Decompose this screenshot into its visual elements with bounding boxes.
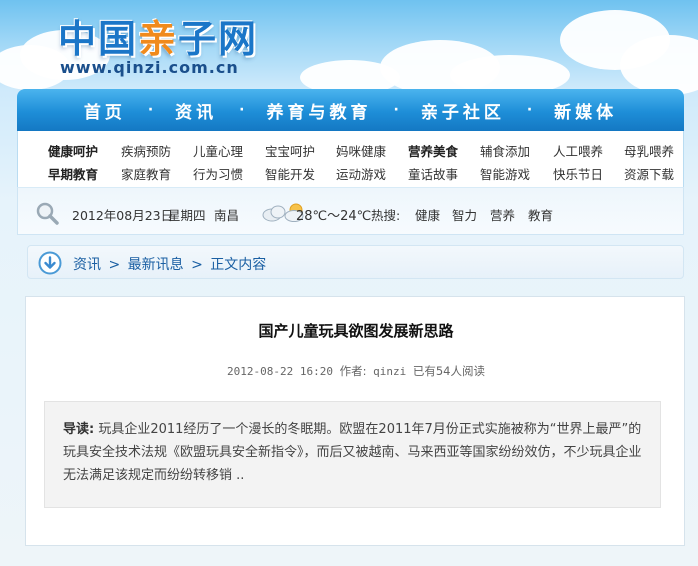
hot-tag[interactable]: 健康	[415, 205, 440, 224]
nav-separator: ·	[526, 102, 533, 118]
search-icon[interactable]	[34, 200, 60, 226]
category-head-early-education[interactable]: 早期教育	[48, 164, 98, 183]
breadcrumb-item-news[interactable]: 资讯	[73, 257, 101, 273]
category-head-health[interactable]: 健康呵护	[48, 141, 98, 160]
nav-item-home[interactable]: 首页	[84, 98, 126, 123]
site-logo[interactable]: 中国亲子网	[58, 8, 258, 63]
article-panel: 国产儿童玩具欲图发展新思路 2012-08-22 16:20 作者: qinzi…	[25, 296, 685, 546]
category-link[interactable]: 疾病预防	[121, 141, 171, 160]
category-link[interactable]: 辅食添加	[480, 141, 530, 160]
breadcrumb: 资讯 > 最新讯息 > 正文内容	[27, 245, 684, 279]
category-row-education: 早期教育 家庭教育 行为习惯 智能开发 运动游戏 童话故事 智能游戏 快乐节日 …	[18, 160, 685, 184]
article-views: 已有54人阅读	[412, 364, 485, 378]
category-link[interactable]: 快乐节日	[553, 164, 603, 183]
hot-search-label: 热搜:	[371, 208, 401, 223]
nav-separator: ·	[393, 102, 399, 118]
category-link[interactable]: 人工喂养	[553, 141, 603, 160]
breadcrumb-separator: >	[191, 257, 203, 273]
breadcrumb-separator: >	[108, 257, 121, 273]
category-link[interactable]: 智能游戏	[480, 164, 530, 183]
nav-item-news[interactable]: 资讯	[175, 98, 217, 123]
category-link[interactable]: 母乳喂养	[624, 141, 674, 160]
breadcrumb-item-latest[interactable]: 最新讯息	[128, 257, 184, 273]
hot-tag[interactable]: 教育	[528, 205, 553, 224]
info-bar: 2012年08月23日 星期四 南昌 28℃～24℃ 热搜: 健康 智力 营养 …	[17, 187, 684, 235]
breadcrumb-trail: 资讯 > 最新讯息 > 正文内容	[73, 254, 266, 274]
nav-separator: ·	[147, 102, 154, 118]
summary-text: 玩具企业2011经历了一个漫长的冬眠期。欧盟在2011年7月份正式实施被称为“世…	[63, 422, 642, 483]
logo-text-accent: 亲	[138, 17, 179, 61]
hot-tag[interactable]: 智力	[452, 205, 477, 224]
category-link[interactable]: 童话故事	[408, 164, 458, 183]
category-link[interactable]: 运动游戏	[336, 164, 386, 183]
hot-tag[interactable]: 营养	[490, 205, 515, 224]
nav-item-new-media[interactable]: 新媒体	[554, 98, 617, 123]
article-datetime: 2012-08-22 16:20	[227, 365, 333, 378]
category-row-health: 健康呵护 疾病预防 儿童心理 宝宝呵护 妈咪健康 营养美食 辅食添加 人工喂养 …	[18, 137, 685, 161]
category-link[interactable]: 妈咪健康	[336, 141, 386, 160]
current-date: 2012年08月23日	[72, 208, 174, 223]
category-link[interactable]: 资源下载	[624, 164, 674, 183]
logo-text-tail: 子网	[178, 17, 259, 61]
category-link[interactable]: 儿童心理	[193, 141, 243, 160]
category-panel: 健康呵护 疾病预防 儿童心理 宝宝呵护 妈咪健康 营养美食 辅食添加 人工喂养 …	[17, 131, 684, 187]
article-summary: 导读: 玩具企业2011经历了一个漫长的冬眠期。欧盟在2011年7月份正式实施被…	[44, 401, 661, 508]
header: 中国亲子网 www.qinzi.com.cn	[0, 0, 698, 95]
nav-item-parenting[interactable]: 养育与教育	[267, 98, 372, 123]
article-meta: 2012-08-22 16:20 作者: qinzi 已有54人阅读	[26, 363, 686, 379]
logo-text-main: 中国	[58, 17, 139, 61]
site-url: www.qinzi.com.cn	[60, 58, 239, 77]
category-link[interactable]: 家庭教育	[121, 164, 171, 183]
current-weekday: 星期四	[168, 208, 206, 223]
nav-separator: ·	[239, 102, 245, 118]
category-link[interactable]: 智能开发	[265, 164, 315, 183]
summary-label: 导读:	[63, 422, 95, 437]
category-link[interactable]: 行为习惯	[193, 164, 243, 183]
category-link[interactable]: 宝宝呵护	[265, 141, 315, 160]
down-arrow-circle-icon	[38, 251, 62, 275]
breadcrumb-item-current[interactable]: 正文内容	[210, 257, 266, 273]
article-author-label: 作者:	[339, 364, 367, 378]
nav-item-community[interactable]: 亲子社区	[421, 98, 505, 123]
article-title: 国产儿童玩具欲图发展新思路	[258, 322, 454, 340]
category-head-nutrition[interactable]: 营养美食	[408, 141, 458, 160]
weather-city: 南昌	[214, 208, 240, 223]
weather-temperature: 28℃～24℃	[296, 209, 372, 224]
main-nav: 首页 · 资讯 · 养育与教育 · 亲子社区 · 新媒体	[17, 89, 684, 131]
article-author: qinzi	[373, 365, 407, 378]
